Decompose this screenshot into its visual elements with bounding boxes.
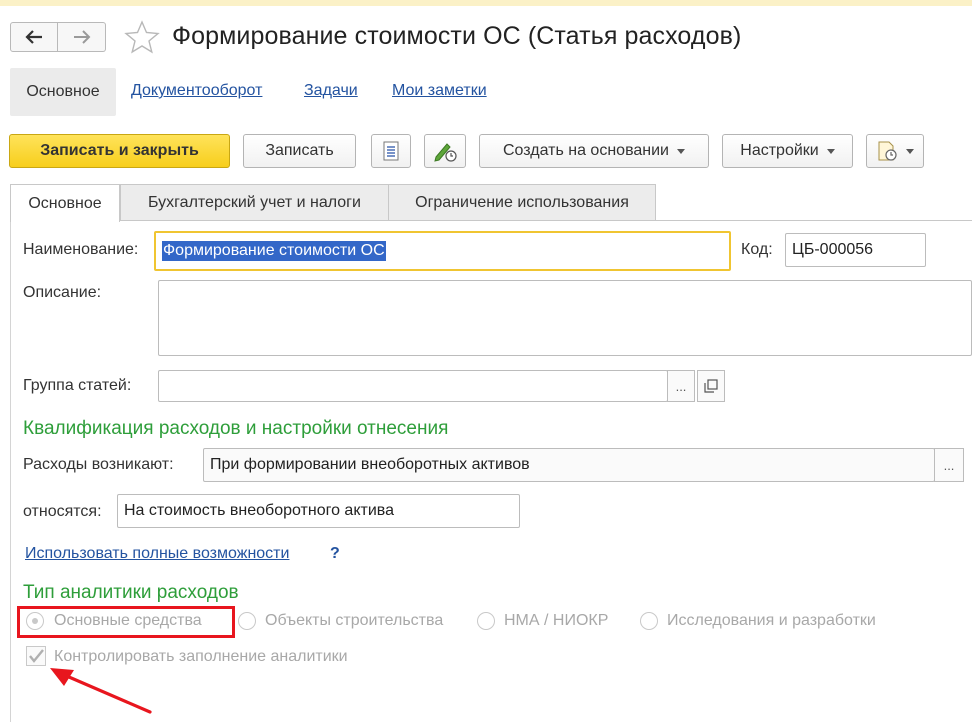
name-label: Наименование: xyxy=(23,241,139,258)
radio-research[interactable] xyxy=(640,612,658,630)
arrow-right-icon xyxy=(73,30,90,44)
name-input-value: Формирование стоимости ОС xyxy=(162,241,386,261)
radio-research-label: Исследования и разработки xyxy=(667,612,876,629)
qualification-section-title: Квалификация расходов и настройки отнесе… xyxy=(23,418,449,439)
tab-accounting-taxes[interactable]: Бухгалтерский учет и налоги xyxy=(120,184,389,221)
code-input[interactable]: ЦБ-000056 xyxy=(785,233,926,267)
tab-usage-restriction[interactable]: Ограничение использования xyxy=(388,184,656,221)
expenses-arise-select-button[interactable]: ... xyxy=(934,448,964,482)
expenses-arise-label: Расходы возникают: xyxy=(23,456,174,473)
analytics-section-title: Тип аналитики расходов xyxy=(23,582,239,603)
full-features-link[interactable]: Использовать полные возможности xyxy=(25,545,289,563)
tab-main[interactable]: Основное xyxy=(10,184,120,222)
save-button[interactable]: Записать xyxy=(243,134,356,168)
favorite-star-icon[interactable] xyxy=(124,20,160,59)
description-label: Описание: xyxy=(23,284,102,301)
radio-intangible[interactable] xyxy=(477,612,495,630)
section-nav-main[interactable]: Основное xyxy=(10,68,116,116)
expenses-arise-input[interactable]: При формировании внеоборотных активов xyxy=(203,448,935,482)
create-based-on-label: Создать на основании xyxy=(503,142,669,159)
section-nav-tasks[interactable]: Задачи xyxy=(304,82,358,100)
relate-input[interactable]: На стоимость внеоборотного актива xyxy=(117,494,520,528)
pencil-clock-icon xyxy=(434,143,457,162)
code-label: Код: xyxy=(741,241,773,258)
radio-construction-label: Объекты строительства xyxy=(265,612,444,629)
document-print-icon xyxy=(878,141,897,161)
settings-label: Настройки xyxy=(740,142,819,159)
name-input[interactable]: Формирование стоимости ОС xyxy=(154,231,731,271)
settings-dropdown[interactable]: Настройки xyxy=(722,134,853,168)
section-nav-docflow[interactable]: Документооборот xyxy=(131,82,262,100)
forward-button[interactable] xyxy=(58,22,106,52)
chevron-down-icon xyxy=(906,148,914,154)
highlight-box xyxy=(17,606,235,638)
report-list-button[interactable] xyxy=(371,134,411,168)
top-stripe xyxy=(0,0,972,6)
chevron-down-icon xyxy=(826,148,835,154)
chevron-down-icon xyxy=(677,148,685,154)
save-and-close-button[interactable]: Записать и закрыть xyxy=(9,134,230,168)
annotation-arrow-icon xyxy=(50,668,152,714)
back-button[interactable] xyxy=(10,22,58,52)
page-title: Формирование стоимости ОС (Статья расход… xyxy=(172,22,742,50)
group-open-button[interactable] xyxy=(697,370,725,402)
radio-intangible-label: НМА / НИОКР xyxy=(504,612,609,629)
document-list-icon xyxy=(383,141,399,161)
tab-divider xyxy=(120,220,972,221)
relate-label: относятся: xyxy=(23,503,102,520)
group-select-button[interactable]: ... xyxy=(667,370,695,402)
group-label: Группа статей: xyxy=(23,377,132,394)
radio-construction[interactable] xyxy=(238,612,256,630)
description-textarea[interactable] xyxy=(158,280,972,356)
edit-button[interactable] xyxy=(424,134,466,168)
open-copy-icon xyxy=(704,379,718,393)
create-based-on-dropdown[interactable]: Создать на основании xyxy=(479,134,709,168)
print-dropdown[interactable] xyxy=(866,134,924,168)
group-input[interactable] xyxy=(158,370,668,402)
arrow-left-icon xyxy=(25,30,42,44)
section-nav-notes[interactable]: Мои заметки xyxy=(392,82,487,100)
help-icon[interactable]: ? xyxy=(330,545,340,563)
panel-border xyxy=(10,220,11,722)
